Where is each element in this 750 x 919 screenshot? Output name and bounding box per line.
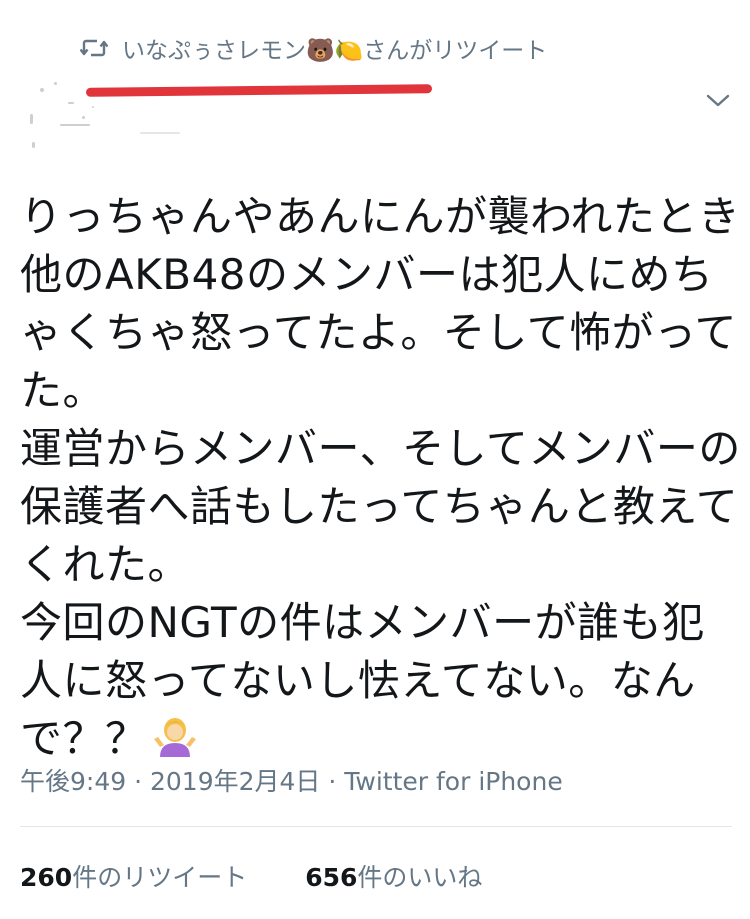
tweet-body: りっちゃんやあんにんが襲われたとき 他のAKB48のメンバーは犯人にめち ゃくち… <box>20 188 740 774</box>
retweets-label: 件のリツイート <box>72 863 248 892</box>
chevron-down-icon[interactable] <box>704 90 732 112</box>
tweet-timestamp-source[interactable]: 午後9:49 · 2019年2月4日 · Twitter for iPhone <box>20 762 563 798</box>
retweet-context-text[interactable]: いなぷぅさレモン🐻🍋さんがリツイート <box>122 31 547 65</box>
retweets-count: 260 <box>20 863 73 892</box>
tweet-line: 人に怒ってないし怯えてない。なん <box>20 656 696 705</box>
tweet-line: くれた。 <box>20 540 191 589</box>
retweet-context[interactable]: いなぷぅさレモン🐻🍋さんがリツイート <box>80 28 547 68</box>
tweet-line: 今回のNGTの件はメンバーが誰も犯 <box>20 598 705 647</box>
likes-label: 件のいいね <box>357 863 483 892</box>
tweet-line: た。 <box>20 366 106 415</box>
tweet-stats: 260件のリツイート 656件のいいね <box>20 858 482 894</box>
tweet-line: 保護者へ話もしたってちゃんと教えて <box>20 482 739 531</box>
divider <box>20 826 732 827</box>
likes-count: 656 <box>305 863 358 892</box>
tweet-line: りっちゃんやあんにんが襲われたとき <box>20 192 741 241</box>
retweet-icon <box>80 37 108 59</box>
redacted-user-info <box>20 80 180 160</box>
likes-stat[interactable]: 656件のいいね <box>305 858 482 894</box>
tweet-line-text: で？？ <box>20 714 148 763</box>
tweet-line: 運営からメンバー、そしてメンバーの <box>20 424 741 473</box>
tweet-line: 他のAKB48のメンバーは犯人にめち <box>20 250 714 299</box>
retweets-stat[interactable]: 260件のリツイート <box>20 858 247 894</box>
tweet-line: ゃくちゃ怒ってたよ。そして怖がって <box>20 308 738 357</box>
